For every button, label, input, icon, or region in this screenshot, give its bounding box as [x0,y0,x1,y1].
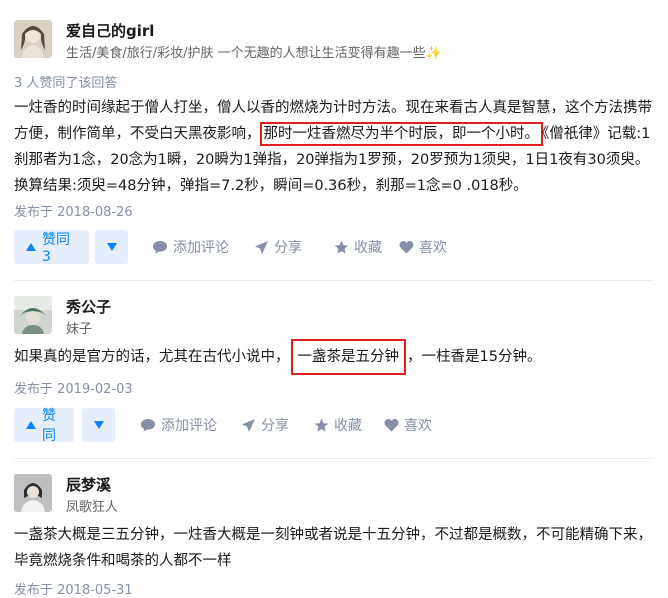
answer-text: 一盏茶大概是三五分钟，一炷香大概是一刻钟或者说是十五分钟，不过都是概数，不可能精… [14,527,652,569]
answer-content: 一炷香的时间缘起于僧人打坐，僧人以香的燃烧为计时方法。现在来看古人真是智慧，这个… [14,95,659,199]
caret-down-icon [106,243,117,251]
divider [14,458,654,459]
share-icon [255,240,268,254]
star-icon [334,240,349,254]
comment-label: 添加评论 [161,418,217,434]
heart-icon [384,419,399,432]
downvote-button[interactable] [82,408,115,442]
heart-icon [399,241,414,254]
author-block-1: 爱自己的girl 生活/美食/旅行/彩妆/护肤 一个无趣的人想让生活变得有趣一些… [14,20,654,62]
like-button[interactable]: 喜欢 [399,230,447,264]
author-headline: 生活/美食/旅行/彩妆/护肤 一个无趣的人想让生活变得有趣一些✨ [66,46,442,61]
share-button[interactable]: 分享 [254,230,302,264]
caret-up-icon [26,243,36,251]
divider [14,280,654,281]
comment-icon [141,419,155,432]
upvote-label: 赞同 3 [42,232,70,265]
highlighted-text: 那时一炷香燃尽为半个时辰，即一个小时。 [259,122,543,146]
author-block-2: 秀公子 妹子 [14,296,654,338]
avatar[interactable] [14,20,52,58]
upvote-button[interactable]: 赞同 [14,408,74,444]
like-label: 喜欢 [419,240,447,256]
comment-icon [153,241,167,254]
downvote-button[interactable] [95,230,128,264]
upvote-label: 赞同 [42,408,56,444]
answer-text: ，一柱香是15分钟。 [407,349,542,365]
favorite-button[interactable]: 收藏 [334,230,382,264]
caret-up-icon [26,421,36,429]
author-name[interactable]: 辰梦溪 [66,474,111,495]
star-icon [314,418,329,432]
answer-content: 如果真的是官方的话，尤其在古代小说中， 一盏茶是五分钟 ，一柱香是15分钟。 [14,339,659,375]
comment-button[interactable]: 添加评论 [140,408,217,442]
share-icon [242,418,255,432]
answer-text: 如果真的是官方的话，尤其在古代小说中， [14,349,290,365]
author-headline: 妹子 [66,322,93,337]
action-bar: 赞同 添加评论 分享 收藏 喜欢 [14,408,664,444]
comment-button[interactable]: 添加评论 [152,230,229,264]
share-label: 分享 [261,418,289,434]
author-block-3: 辰梦溪 凤歌狂人 [14,474,654,516]
avatar[interactable] [14,296,52,334]
favorite-label: 收藏 [334,418,362,434]
caret-down-icon [93,421,104,429]
upvote-button[interactable]: 赞同 3 [14,230,89,265]
like-label: 喜欢 [404,418,432,434]
author-name[interactable]: 秀公子 [66,296,111,317]
share-label: 分享 [274,240,302,256]
highlighted-text: 一盏茶是五分钟 [290,339,406,375]
publish-date[interactable]: 发布于 2018-08-26 [14,201,133,220]
comment-label: 添加评论 [173,240,229,256]
publish-date[interactable]: 发布于 2018-05-31 [14,579,133,598]
voters-count[interactable]: 3 人赞同了该回答 [14,72,117,91]
answer-content: 一盏茶大概是三五分钟，一炷香大概是一刻钟或者说是十五分钟，不过都是概数，不可能精… [14,522,659,574]
author-name[interactable]: 爱自己的girl [66,20,154,41]
publish-date[interactable]: 发布于 2019-02-03 [14,378,133,397]
avatar[interactable] [14,474,52,512]
share-button[interactable]: 分享 [241,408,289,442]
favorite-button[interactable]: 收藏 [314,408,362,442]
action-bar: 赞同 3 添加评论 分享 收藏 喜欢 [14,230,664,265]
favorite-label: 收藏 [354,240,382,256]
author-headline: 凤歌狂人 [66,500,119,515]
like-button[interactable]: 喜欢 [384,408,432,442]
